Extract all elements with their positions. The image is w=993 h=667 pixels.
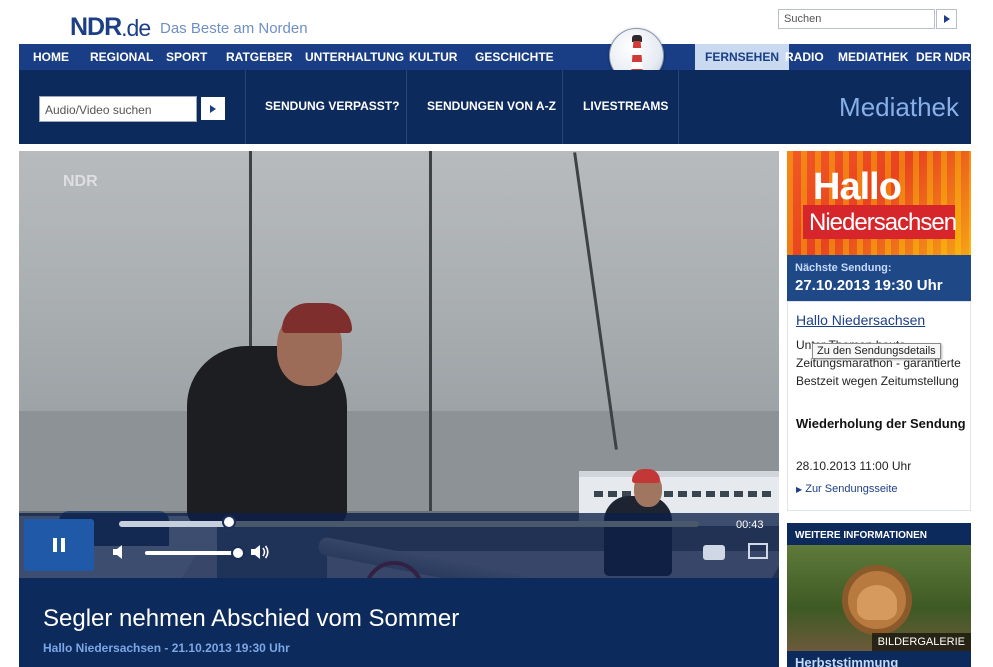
time-display: 00:43 [736,519,764,531]
lighthouse-lamp [632,35,642,42]
nav-item-unterhaltung[interactable]: UNTERHALTUNG [305,44,404,70]
video-frame-mast [249,151,252,351]
ndr-logo[interactable]: NDR .de [70,6,151,42]
link-sendungen-a-z[interactable]: SENDUNGEN VON A-Z [427,99,556,113]
pause-icon [61,538,65,552]
nav-item-sport[interactable]: SPORT [166,44,207,70]
banner-subtitle: Niedersachsen [809,209,957,236]
nav-item-ratgeber[interactable]: RATGEBER [226,44,292,70]
divider [245,70,246,144]
gallery-thumbnail[interactable]: BILDERGALERIE [787,545,971,651]
video-frame-person-cap [632,469,660,483]
pause-button[interactable] [24,519,94,571]
show-details: Hallo Niedersachsen Unter Themen heute Z… [787,301,971,511]
repeat-date: 28.10.2013 11:00 Uhr [796,459,912,473]
sidebar: Hallo Niedersachsen Nächste Sendung: 27.… [787,151,971,667]
link-sendung-verpasst[interactable]: SENDUNG VERPASST? [265,99,399,113]
nav-item-home[interactable]: HOME [33,44,69,70]
nav-item-fernsehen[interactable]: FERNSEHEN [695,44,790,70]
video-title: Segler nehmen Abschied vom Sommer [43,605,460,632]
page: NDR .de Das Beste am Norden Suchen HOME R… [0,0,993,667]
player-controls: 00:43 [19,513,779,578]
show-banner[interactable]: Hallo Niedersachsen [787,151,971,255]
banner-title: Hallo [813,166,902,208]
more-info-label: WEITERE INFORMATIONEN [795,530,928,541]
video-frame-person-cap [282,303,352,333]
video-info: Segler nehmen Abschied vom Sommer Hallo … [19,578,779,667]
next-broadcast: Nächste Sendung: 27.10.2013 19:30 Uhr [787,255,971,301]
next-broadcast-date: 27.10.2013 19:30 Uhr [795,277,943,294]
nav-item-geschichte[interactable]: GESCHICHTE [475,44,554,70]
next-broadcast-label: Nächste Sendung: [795,262,892,274]
volume-slider[interactable] [145,551,240,555]
nav-item-mediathek[interactable]: MEDIATHEK [838,44,908,70]
nav-item-regional[interactable]: REGIONAL [90,44,153,70]
video-frame-sky [19,151,779,411]
arrow-right-icon [943,15,950,23]
show-page-link-label: Zur Sendungsseite [805,483,898,495]
mediathek-subnav: Audio/Video suchen SENDUNG VERPASST? SEN… [19,70,971,144]
fullscreen-icon[interactable] [748,543,768,559]
nav-item-kultur[interactable]: KULTUR [409,44,457,70]
arrow-right-icon [210,104,216,113]
nav-item-der-ndr[interactable]: DER NDR [916,44,971,70]
link-livestreams[interactable]: LIVESTREAMS [583,99,668,113]
mute-icon[interactable] [111,543,129,561]
volume-icon[interactable] [249,543,271,561]
tagline: Das Beste am Norden [160,20,308,37]
subtitles-icon[interactable] [703,545,725,560]
gallery-label: BILDERGALERIE [871,633,971,651]
video-player[interactable]: NDR 00:43 [19,151,779,578]
logo-main: NDR [70,13,122,41]
volume-handle[interactable] [231,546,245,560]
video-frame-mast [429,151,432,571]
site-search-input[interactable]: Suchen [778,9,935,29]
tooltip: Zu den Sendungsdetails [812,343,941,359]
channel-watermark: NDR [63,173,98,190]
more-info-link[interactable]: Herbststimmung [795,655,898,667]
nav-item-radio[interactable]: RADIO [785,44,824,70]
arrow-right-icon: ▶ [796,485,803,494]
media-search-input[interactable]: Audio/Video suchen [39,96,197,122]
site-search-button[interactable] [936,9,957,29]
divider [562,70,563,144]
pause-icon [53,538,57,552]
logo-suffix: .de [121,15,151,41]
show-page-link[interactable]: ▶ Zur Sendungsseite [796,483,898,495]
progress-bar[interactable] [119,521,699,527]
show-link[interactable]: Hallo Niedersachsen [796,312,925,328]
progress-fill [119,521,230,527]
media-search-button[interactable] [201,97,225,120]
main-nav: HOME REGIONAL SPORT RATGEBER UNTERHALTUN… [19,44,971,70]
repeat-heading: Wiederholung der Sendung [796,416,966,431]
divider [678,70,679,144]
video-subtitle[interactable]: Hallo Niedersachsen - 21.10.2013 19:30 U… [43,641,290,655]
section-title: Mediathek [839,92,959,122]
gallery-image-cat [857,585,897,620]
divider [406,70,407,144]
more-info: WEITERE INFORMATIONEN BILDERGALERIE Herb… [787,523,971,667]
